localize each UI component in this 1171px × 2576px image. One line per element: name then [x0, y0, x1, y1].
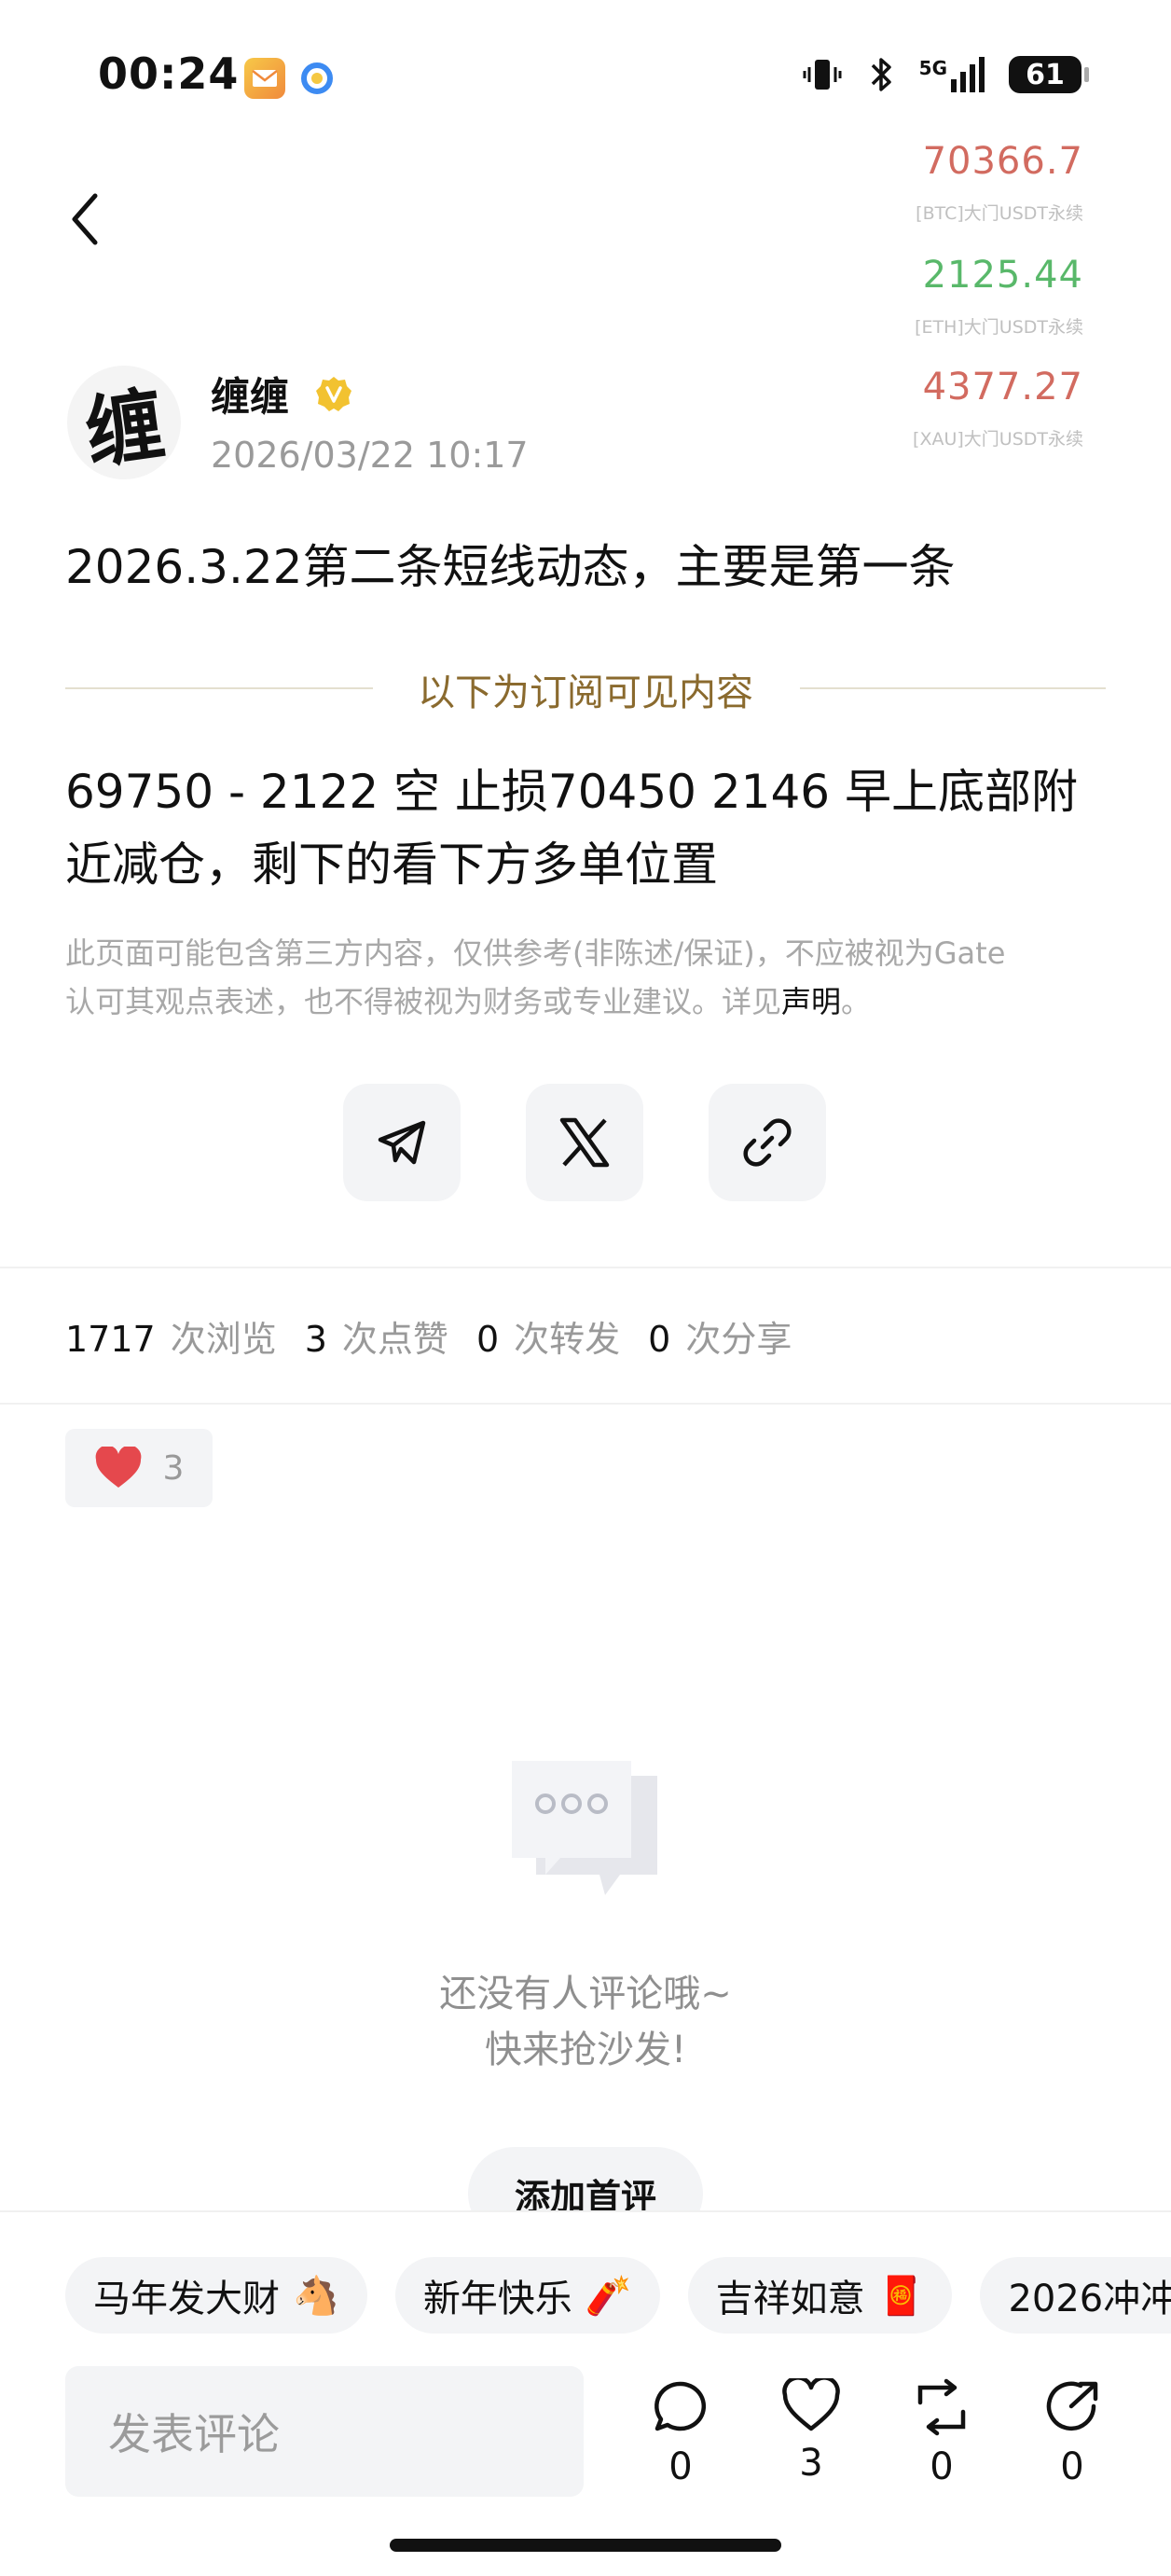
verified-badge-icon: [315, 375, 352, 412]
comment-input[interactable]: 发表评论: [65, 2366, 584, 2497]
link-icon: [743, 1118, 792, 1167]
reaction-count: 3: [162, 1448, 185, 1488]
reposts-label: 次转发: [514, 1319, 621, 1360]
ticker-price: 4377.27: [922, 366, 1083, 409]
likes-count: 3: [304, 1319, 327, 1360]
disclaimer-end: 。: [841, 984, 872, 1019]
quick-reply-chip[interactable]: 新年快乐 🧨: [394, 2257, 660, 2334]
author-name[interactable]: 缠缠: [211, 366, 289, 422]
empty-line: 快来抢沙发!: [484, 2029, 687, 2071]
ticker-price: 2125.44: [922, 254, 1083, 297]
quick-reply-chip[interactable]: 2026冲冲冲: [980, 2257, 1171, 2334]
disclaimer: 此页面可能包含第三方内容，仅供参考(非陈述/保证)，不应被视为Gate 认可其观…: [65, 929, 1109, 1026]
quick-reply-text: 马年发大财: [93, 2278, 280, 2320]
post-body: 69750 - 2122 空 止损70450 2146 早上底部附 近减仓，剩下…: [65, 755, 1119, 901]
ticker-eth[interactable]: 2125.44 [ETH]大门USDT永续: [915, 254, 1083, 339]
share-action-button[interactable]: 0: [1030, 2378, 1114, 2488]
reposts-count: 0: [475, 1319, 500, 1360]
post-stats: 1717 次浏览 3 次点赞 0 次转发 0 次分享: [65, 1310, 820, 1362]
comment-icon: [654, 2381, 707, 2431]
avatar-glyph: 缠: [79, 377, 171, 479]
network-label: 5G: [918, 57, 947, 79]
disclaimer-line: 此页面可能包含第三方内容，仅供参考(非陈述/保证)，不应被视为Gate: [65, 935, 1006, 971]
shares-count: 0: [648, 1319, 671, 1360]
post-title: 2026.3.22第二条短线动态，主要是第一条: [65, 540, 956, 594]
vibrate-icon: [803, 60, 842, 90]
ticker-btc[interactable]: 70366.7 [BTC]大门USDT永续: [916, 140, 1083, 225]
disclaimer-line: 认可其观点表述，也不得被视为财务或专业建议。详见: [65, 984, 782, 1019]
views-count: 1717: [65, 1319, 156, 1360]
heart-outline-icon: [782, 2375, 840, 2431]
empty-line: 还没有人评论哦~: [439, 1973, 732, 2015]
quick-reply-chip[interactable]: 马年发大财 🐴: [65, 2257, 367, 2334]
subscription-divider-label: 以下为订阅可见内容: [380, 672, 791, 714]
share-icon: [1046, 2381, 1098, 2431]
comment-count: 0: [668, 2445, 693, 2488]
chevron-left-icon: [72, 193, 98, 245]
x-icon: [559, 1117, 610, 1168]
battery-indicator: 61: [1009, 56, 1089, 93]
copy-link-button[interactable]: [709, 1084, 826, 1201]
ticker-label: [BTC]大门USDT永续: [916, 203, 1083, 224]
comment-composer-panel: 马年发大财 🐴 新年快乐 🧨 吉祥如意 🧧 2026冲冲冲 发表评论 0 3 0 0: [0, 2210, 1171, 2576]
ticker-xau[interactable]: 4377.27 [XAU]大门USDT永续: [913, 366, 1083, 450]
comment-action-button[interactable]: 0: [639, 2378, 723, 2488]
mail-app-icon: [244, 58, 285, 99]
status-time: 00:24: [98, 48, 240, 99]
views-label: 次浏览: [170, 1319, 277, 1360]
empty-comments-text: 还没有人评论哦~ 快来抢沙发!: [0, 1966, 1171, 2078]
ticker-price: 70366.7: [922, 140, 1083, 183]
empty-comments-icon: [508, 1755, 667, 1914]
quick-reply-text: 吉祥如意: [715, 2278, 865, 2320]
quick-reply-chip[interactable]: 吉祥如意 🧧: [687, 2257, 953, 2334]
ticker-label: [ETH]大门USDT永续: [915, 317, 1083, 338]
share-x-button[interactable]: [526, 1084, 643, 1201]
separator: [0, 1267, 1171, 1268]
browser-app-icon: [296, 58, 338, 99]
telegram-icon: [378, 1120, 426, 1165]
likes-label: 次点赞: [341, 1319, 448, 1360]
post-body-line: 69750 - 2122 空 止损70450 2146 早上底部附: [65, 765, 1079, 819]
post-body-line: 近减仓，剩下的看下方多单位置: [65, 838, 718, 892]
signal-indicator: 5G: [919, 57, 985, 92]
like-count: 3: [799, 2442, 823, 2485]
red-envelope-icon: 🧧: [877, 2274, 925, 2318]
quick-reply-row: 马年发大财 🐴 新年快乐 🧨 吉祥如意 🧧 2026冲冲冲: [65, 2257, 1171, 2334]
avatar[interactable]: 缠: [67, 366, 181, 479]
horse-icon: 🐴: [293, 2274, 339, 2318]
back-button[interactable]: [58, 187, 114, 252]
like-action-button[interactable]: 3: [769, 2375, 853, 2485]
post-timestamp: 2026/03/22 10:17: [211, 435, 529, 476]
share-count: 0: [1060, 2445, 1084, 2488]
repost-action-button[interactable]: 0: [900, 2378, 984, 2488]
shares-label: 次分享: [685, 1319, 792, 1360]
repost-icon: [917, 2378, 966, 2436]
repost-count: 0: [930, 2445, 954, 2488]
home-indicator: [390, 2539, 781, 2552]
firecracker-icon: 🧨: [585, 2274, 632, 2318]
subscription-divider: 以下为订阅可见内容: [0, 662, 1171, 716]
share-telegram-button[interactable]: [343, 1084, 461, 1201]
heart-icon: [95, 1447, 141, 1488]
bluetooth-icon: [871, 58, 891, 91]
disclaimer-link[interactable]: 声明: [781, 984, 841, 1019]
quick-reply-text: 2026冲冲冲: [1008, 2278, 1171, 2320]
quick-reply-text: 新年快乐: [422, 2278, 572, 2320]
ticker-label: [XAU]大门USDT永续: [913, 429, 1083, 450]
status-icons: 5G 61: [802, 54, 1089, 95]
separator: [0, 1403, 1171, 1405]
heart-reaction-chip[interactable]: 3: [65, 1429, 213, 1507]
